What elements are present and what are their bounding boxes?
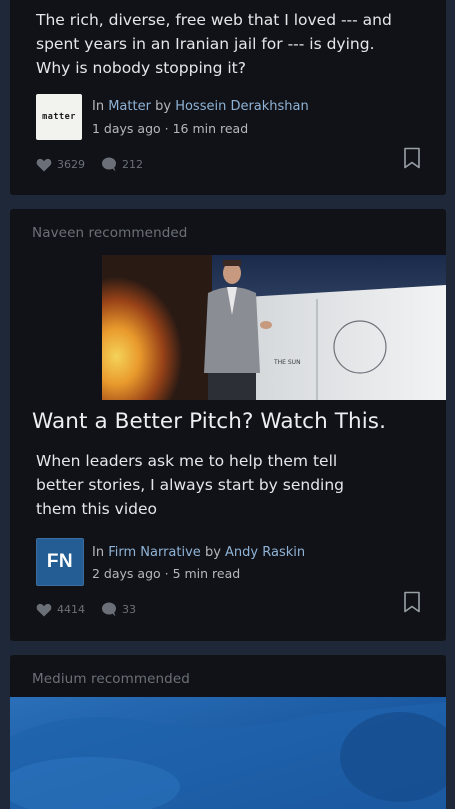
blue-photo [10, 697, 446, 809]
like-button[interactable]: 4414 [36, 603, 85, 617]
speech-bubble-icon [102, 157, 116, 172]
publication-logo[interactable]: matter [36, 94, 82, 140]
response-count: 212 [122, 158, 143, 171]
by-label: by [155, 99, 172, 114]
post-image[interactable] [10, 697, 446, 809]
post-stats: 4414 33 [36, 602, 152, 617]
bookmark-icon[interactable] [403, 147, 421, 169]
post-excerpt[interactable]: When leaders ask me to help them tell be… [36, 449, 386, 521]
publication-logo[interactable]: FN [36, 538, 84, 586]
recommended-by: Naveen recommended [32, 225, 188, 241]
publication-link[interactable]: Firm Narrative [108, 545, 201, 560]
in-label: In [92, 99, 105, 114]
post-stats: 3629 212 [36, 157, 159, 172]
recommended-by: Medium recommended [32, 671, 190, 687]
post-card[interactable]: Naveen recommended THE SUN Want a Better… [10, 209, 446, 641]
post-card[interactable]: The rich, diverse, free web that I loved… [10, 0, 446, 195]
publication-link[interactable]: Matter [108, 99, 151, 114]
responses-button[interactable]: 33 [101, 602, 136, 617]
response-count: 33 [122, 603, 136, 616]
post-excerpt[interactable]: The rich, diverse, free web that I loved… [36, 8, 396, 80]
heart-icon [36, 158, 52, 171]
publication-logo-text: FN [46, 551, 74, 572]
byline: In Firm Narrative by Andy Raskin [92, 543, 305, 562]
post-meta: 2 days ago · 5 min read [92, 566, 241, 581]
byline: In Matter by Hossein Derakhshan [92, 97, 309, 116]
publication-logo-text: matter [42, 112, 76, 122]
bookmark-icon[interactable] [403, 591, 421, 613]
like-count: 3629 [57, 158, 85, 171]
post-meta: 1 days ago · 16 min read [92, 121, 249, 136]
speaker-photo [102, 255, 446, 400]
feed: The rich, diverse, free web that I loved… [0, 0, 455, 809]
in-label: In [92, 545, 105, 560]
responses-button[interactable]: 212 [101, 157, 143, 172]
author-link[interactable]: Hossein Derakhshan [175, 99, 309, 114]
post-image[interactable]: THE SUN [102, 255, 446, 400]
slide-caption: THE SUN [274, 359, 301, 366]
author-link[interactable]: Andy Raskin [225, 545, 305, 560]
by-label: by [204, 545, 221, 560]
post-title[interactable]: Want a Better Pitch? Watch This. [32, 409, 432, 434]
post-card[interactable]: Medium recommended [10, 655, 446, 809]
heart-icon [36, 603, 52, 616]
like-button[interactable]: 3629 [36, 158, 85, 172]
speech-bubble-icon [102, 602, 116, 617]
like-count: 4414 [57, 603, 85, 616]
